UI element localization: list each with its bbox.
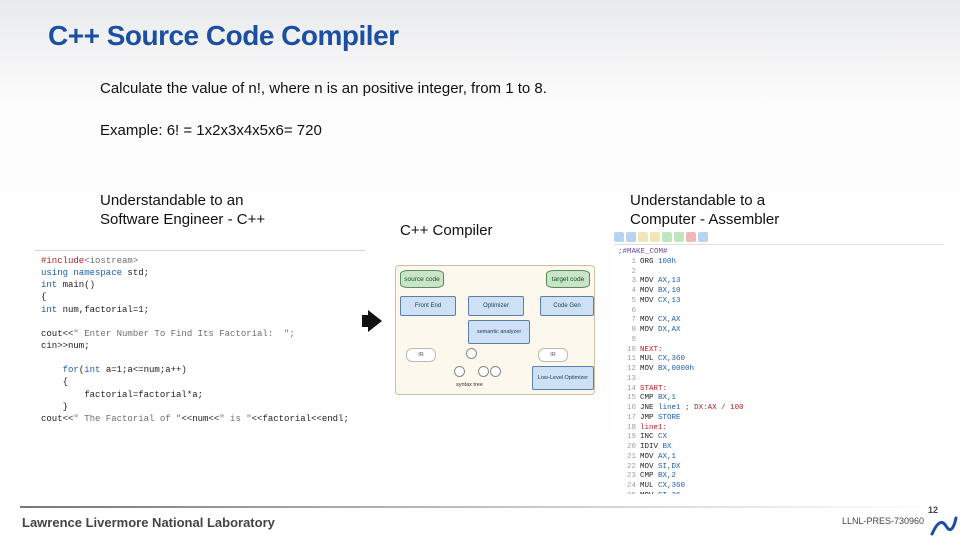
tree-node [454, 366, 465, 377]
code-token: <<num<< [181, 414, 219, 424]
cut-icon [638, 232, 648, 242]
code-token: using namespace [41, 268, 122, 278]
asm-line: 4MOV BX,10 [618, 287, 940, 297]
code-token: <<factorial<<endl; [252, 414, 349, 424]
asm-line: 8MOV DX,AX [618, 326, 940, 336]
asm-line: 20IDIV BX [618, 443, 940, 453]
asm-line: 2 [618, 268, 940, 278]
heading-assembler-l2: Computer - Assembler [630, 211, 779, 228]
asm-line: 21MOV AX,1 [618, 453, 940, 463]
code-token: cout<< [41, 329, 73, 339]
save-icon [626, 232, 636, 242]
footer-org: Lawrence Livermore National Laboratory [22, 515, 275, 530]
frontend-box: Front End [400, 296, 456, 316]
asm-line: 5MOV CX,13 [618, 297, 940, 307]
asm-line: 9 [618, 336, 940, 346]
asm-line: 23CMP BX,2 [618, 472, 940, 482]
stop-icon [686, 232, 696, 242]
code-token: int [41, 305, 57, 315]
code-token: <iostream> [84, 256, 138, 266]
code-token: " The Factorial of " [73, 414, 181, 424]
code-token: cout<< [41, 414, 73, 424]
code-token: int [84, 365, 100, 375]
ir-blob-2: IR [538, 348, 568, 362]
heading-assembler: Understandable to a Computer - Assembler [630, 192, 890, 230]
code-token: cin>>num; [41, 341, 90, 351]
source-code-node: source code [400, 270, 444, 288]
codegen-box: Code Gen [540, 296, 594, 316]
asm-line: 10NEXT: [618, 346, 940, 356]
code-token: int [41, 280, 57, 290]
tree-node [478, 366, 489, 377]
arrow-right-icon [368, 310, 390, 332]
heading-source-l2: Software Engineer - C++ [100, 211, 265, 228]
asm-line: 6 [618, 307, 940, 317]
optimizer-box: Optimizer [468, 296, 524, 316]
heading-compiler: C++ Compiler [400, 222, 600, 241]
run-icon [674, 232, 684, 242]
asm-line: 16JNE line1 ; DX:AX / 100 [618, 404, 940, 414]
tree-node [466, 348, 477, 359]
asm-line: 14START: [618, 385, 940, 395]
target-code-node: target code [546, 270, 590, 288]
heading-source: Understandable to an Software Engineer -… [100, 192, 330, 230]
asm-line: 17JMP STORE [618, 414, 940, 424]
lowlevel-box: Low-Level Optimizer [532, 366, 594, 390]
footer-pres: LLNL-PRES-730960 [842, 516, 924, 526]
semantic-box: semantic analyzer [468, 320, 530, 344]
code-token: std; [122, 268, 149, 278]
asm-line: 22MOV SI,DX [618, 463, 940, 473]
code-token: } [41, 402, 68, 412]
code-token: for [41, 365, 79, 375]
code-token: main() [57, 280, 95, 290]
asm-toolbar [614, 232, 708, 243]
slide-title: C++ Source Code Compiler [48, 20, 399, 52]
code-token: a=1;a<=num;a++) [100, 365, 186, 375]
asm-line: 15CMP BX,1 [618, 394, 940, 404]
compiler-diagram: source code Front End Optimizer semantic… [395, 265, 595, 395]
code-token: { [41, 377, 68, 387]
llnl-logo-icon [930, 514, 958, 536]
asm-line: 13 [618, 375, 940, 385]
asm-line: 18line1: [618, 424, 940, 434]
heading-assembler-l1: Understandable to a [630, 192, 765, 209]
asm-line: 25MOV SI,26 [618, 492, 940, 494]
syntax-label: syntax tree [456, 382, 483, 388]
asm-line: 7MOV CX,AX [618, 316, 940, 326]
code-token: num,factorial=1; [57, 305, 149, 315]
heading-source-l1: Understandable to an [100, 192, 243, 209]
code-token: #include [41, 256, 84, 266]
copy-icon [650, 232, 660, 242]
asm-line: 24MUL CX,360 [618, 482, 940, 492]
help-icon [698, 232, 708, 242]
body-line-1: Calculate the value of n!, where n is an… [100, 80, 547, 97]
code-token: factorial=factorial*a; [41, 390, 203, 400]
asm-line: 19INC CX [618, 433, 940, 443]
tree-node [490, 366, 501, 377]
doc-icon [614, 232, 624, 242]
source-code-panel: #include<iostream> using namespace std; … [35, 250, 365, 435]
code-token: " Enter Number To Find Its Factorial: "; [73, 329, 294, 339]
code-token: " is " [219, 414, 251, 424]
ir-blob-1: IR [406, 348, 436, 362]
asm-header: ;#MAKE_COM# [618, 248, 940, 258]
asm-body: 1ORG 100h23MOV AX,134MOV BX,105MOV CX,13… [618, 258, 940, 494]
assembler-panel: ;#MAKE_COM# 1ORG 100h23MOV AX,134MOV BX,… [614, 244, 944, 494]
footer-divider [20, 506, 940, 508]
body-line-2: Example: 6! = 1x2x3x4x5x6= 720 [100, 122, 322, 139]
asm-line: 12MOV BX,0000h [618, 365, 940, 375]
code-token: { [41, 292, 46, 302]
paste-icon [662, 232, 672, 242]
asm-line: 3MOV AX,13 [618, 277, 940, 287]
asm-line: 1ORG 100h [618, 258, 940, 268]
asm-line: 11MUL CX,360 [618, 355, 940, 365]
